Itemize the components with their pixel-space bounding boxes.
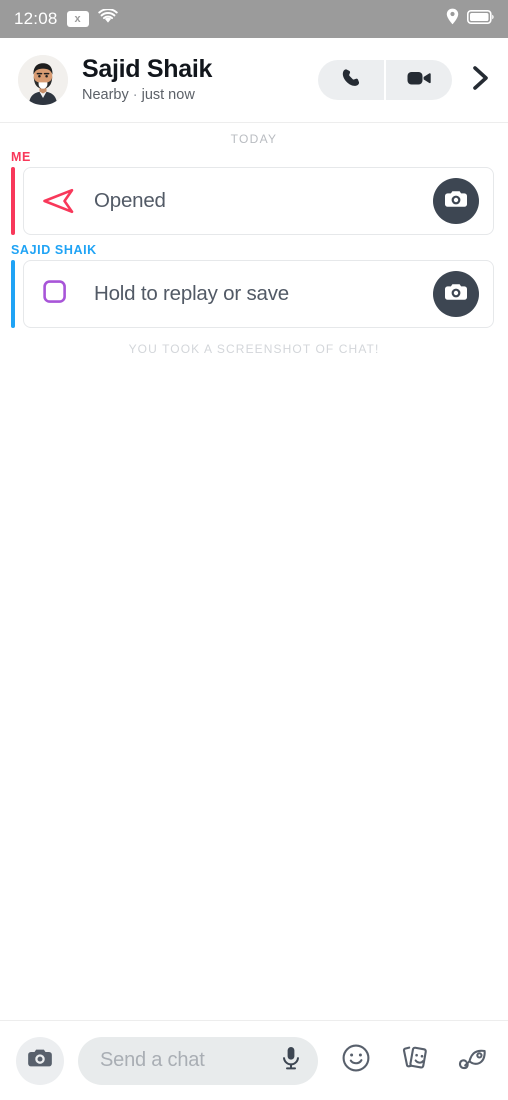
message-sender-label: ME [11,150,31,164]
reply-camera-button[interactable] [433,178,479,224]
message-row[interactable]: Hold to replay or save [0,260,494,328]
reply-camera-button[interactable] [433,271,479,317]
smiley-icon [340,1042,372,1079]
status-bar: 12:08 x [0,0,508,38]
snap-status-text: Opened [94,189,166,212]
date-divider: TODAY [230,132,278,146]
header-text: Sajid Shaik Nearby · just now [82,56,318,103]
stickers-button[interactable] [396,1043,432,1079]
chat-input-field[interactable]: Send a chat [78,1036,318,1085]
battery-icon [467,9,494,29]
open-profile-button[interactable] [470,63,492,98]
microphone-icon[interactable] [280,1045,302,1076]
chat-input-placeholder: Send a chat [100,1049,205,1071]
chat-screen: 12:08 x Sajid Shaik Nearby · just now TO… [0,0,508,1100]
contact-name: Sajid Shaik [82,55,213,84]
smiley-button[interactable] [338,1043,374,1079]
snap-arrow-outline-icon [42,188,80,214]
voice-call-button[interactable] [318,60,384,100]
no-sim-icon: x [66,11,89,27]
wifi-icon [97,8,118,29]
camera-icon [26,1044,54,1077]
contact-status: Nearby · just now [82,86,318,104]
avatar[interactable] [18,55,68,105]
stickers-icon [398,1042,430,1079]
rocket-icon [456,1042,488,1079]
snap-status-text: Hold to replay or save [94,282,290,305]
call-actions [318,60,452,100]
location-pin-icon [446,8,459,30]
chat-square-outline-icon [42,279,80,309]
message-row[interactable]: Opened [0,167,494,235]
system-note: YOU TOOK A SCREENSHOT OF CHAT! [128,342,380,356]
message-group-me: ME Opened [0,150,508,235]
chat-input-bar: Send a chat [0,1020,508,1100]
sender-accent-bar [11,167,15,235]
contact-timestamp: just now [141,86,195,103]
status-bar-clock: 12:08 [14,9,58,28]
status-bar-right [446,8,494,30]
contact-proximity: Nearby [82,86,129,103]
chat-action-icons [338,1043,490,1079]
video-camera-icon [406,68,432,93]
message-group-them: SAJID SHAIK Hold to replay or save [0,243,508,328]
camera-icon [443,279,469,310]
chat-header: Sajid Shaik Nearby · just now [0,38,508,123]
open-camera-button[interactable] [16,1036,64,1085]
message-sender-label: SAJID SHAIK [11,243,97,257]
sender-accent-bar [11,260,15,328]
status-bar-left: 12:08 x [14,8,118,29]
snap-card[interactable]: Hold to replay or save [23,260,494,328]
rocket-button[interactable] [454,1043,490,1079]
snap-card[interactable]: Opened [23,167,494,235]
video-call-button[interactable] [386,60,452,100]
phone-icon [339,66,363,95]
camera-icon [443,186,469,217]
status-separator: · [132,86,138,103]
chevron-right-icon [470,63,492,98]
